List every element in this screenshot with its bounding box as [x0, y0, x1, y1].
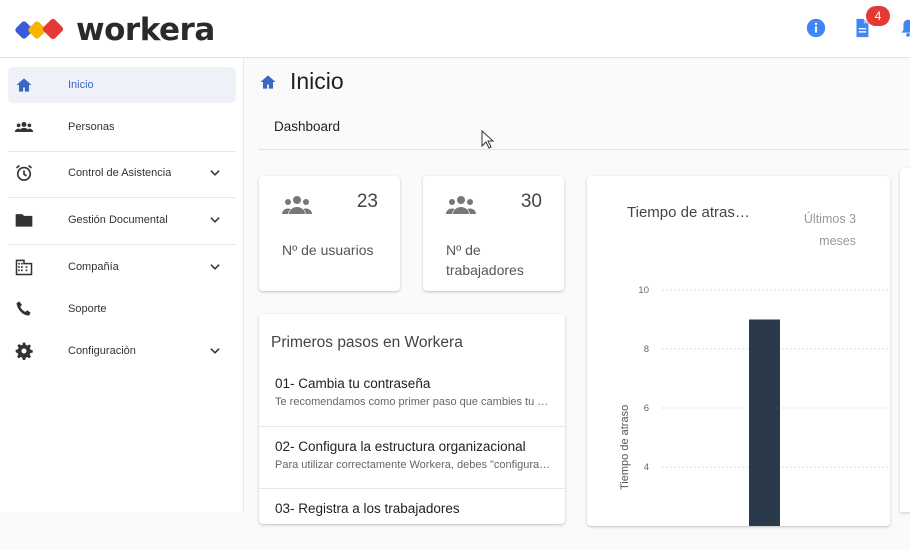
y-tick-label: 4	[644, 462, 649, 473]
stat-card-trabajadores: 30 Nº de trabajadores	[423, 176, 564, 291]
tab-dashboard[interactable]: Dashboard	[274, 119, 340, 134]
gear-icon	[15, 342, 33, 360]
tab-bar: Dashboard	[258, 108, 910, 150]
step-title: 03- Registra a los trabajadores	[275, 501, 460, 516]
home-icon	[16, 78, 32, 92]
sidebar-item-gestion-documental[interactable]: Gestión Documental	[8, 202, 236, 238]
step-title: 02- Configura la estructura organizacion…	[275, 439, 526, 454]
stat-card-usuarios: 23 Nº de usuarios	[259, 176, 400, 291]
chart-bar[interactable]	[749, 319, 780, 527]
sidebar-item-label: Gestión Documental	[68, 214, 168, 226]
chart-card: Tiempo de atras… Últimos 3 meses 4 6 8 10 Ti…	[587, 176, 890, 526]
sidebar-item-label: Compañía	[68, 261, 119, 273]
folder-icon	[15, 214, 33, 227]
stat-value: 23	[356, 191, 378, 212]
notifications-badge: 4	[866, 6, 890, 26]
sidebar-item-label: Personas	[68, 121, 115, 133]
info-icon[interactable]	[805, 17, 827, 39]
list-item[interactable]: 03- Registra a los trabajadores	[259, 488, 565, 550]
sidebar: Inicio Personas Control de Asistencia Ge…	[0, 58, 244, 512]
sidebar-item-label: Soporte	[68, 303, 107, 315]
sidebar-item-compania[interactable]: Compañía	[8, 249, 236, 285]
sidebar-item-label: Configuración	[68, 345, 136, 357]
step-description: Para utilizar correctamente Workera, deb…	[275, 459, 551, 471]
chevron-down-icon[interactable]	[208, 166, 222, 180]
first-steps-card: Primeros pasos en Workera 01- Cambia tu …	[259, 314, 565, 524]
step-title: 01- Cambia tu contraseña	[275, 376, 431, 391]
sidebar-item-label: Control de Asistencia	[68, 167, 172, 179]
chevron-down-icon[interactable]	[208, 213, 222, 227]
phone-icon	[16, 301, 31, 316]
list-item[interactable]: 01- Cambia tu contraseña Te recomendamos…	[259, 364, 565, 426]
sidebar-item-control-asistencia[interactable]: Control de Asistencia	[8, 155, 236, 191]
people-icon	[446, 196, 476, 214]
sidebar-item-personas[interactable]: Personas	[8, 109, 236, 145]
bar-chart: 4 6 8 10 Tiempo de atraso	[619, 285, 890, 527]
next-card-edge	[900, 168, 910, 512]
sidebar-item-inicio[interactable]: Inicio	[8, 67, 236, 103]
first-steps-title: Primeros pasos en Workera	[271, 334, 463, 351]
home-icon	[260, 74, 276, 89]
stat-label: Nº de trabajadores	[446, 242, 524, 278]
y-tick-label: 10	[638, 285, 649, 296]
alarm-clock-icon	[15, 164, 33, 181]
mouse-cursor-icon	[481, 130, 495, 149]
y-axis-label: Tiempo de atraso	[619, 405, 631, 490]
top-bar: workera 4	[0, 0, 910, 58]
workera-logo[interactable]: workera	[14, 12, 215, 48]
divider	[8, 151, 236, 152]
step-description: Te recomendamos como primer paso que cam…	[275, 396, 551, 408]
sidebar-item-label: Inicio	[68, 79, 94, 91]
brand-name: workera	[76, 12, 215, 48]
divider	[8, 197, 236, 198]
bell-icon[interactable]	[897, 17, 910, 39]
people-icon	[282, 196, 312, 214]
page-title: Inicio	[290, 68, 344, 94]
chevron-down-icon[interactable]	[208, 344, 222, 358]
stat-value: 30	[520, 191, 542, 212]
workera-logo-mark	[15, 18, 64, 40]
list-item[interactable]: 02- Configura la estructura organizacion…	[259, 426, 565, 488]
divider	[8, 244, 236, 245]
people-icon	[14, 122, 34, 132]
y-tick-label: 6	[644, 403, 649, 414]
y-tick-label: 8	[644, 344, 649, 355]
sidebar-item-soporte[interactable]: Soporte	[8, 291, 236, 327]
chevron-down-icon[interactable]	[208, 260, 222, 274]
stat-label: Nº de usuarios	[282, 242, 374, 258]
page-header: Inicio	[258, 68, 344, 95]
sidebar-item-configuracion[interactable]: Configuración	[8, 333, 236, 369]
building-icon	[15, 259, 33, 276]
